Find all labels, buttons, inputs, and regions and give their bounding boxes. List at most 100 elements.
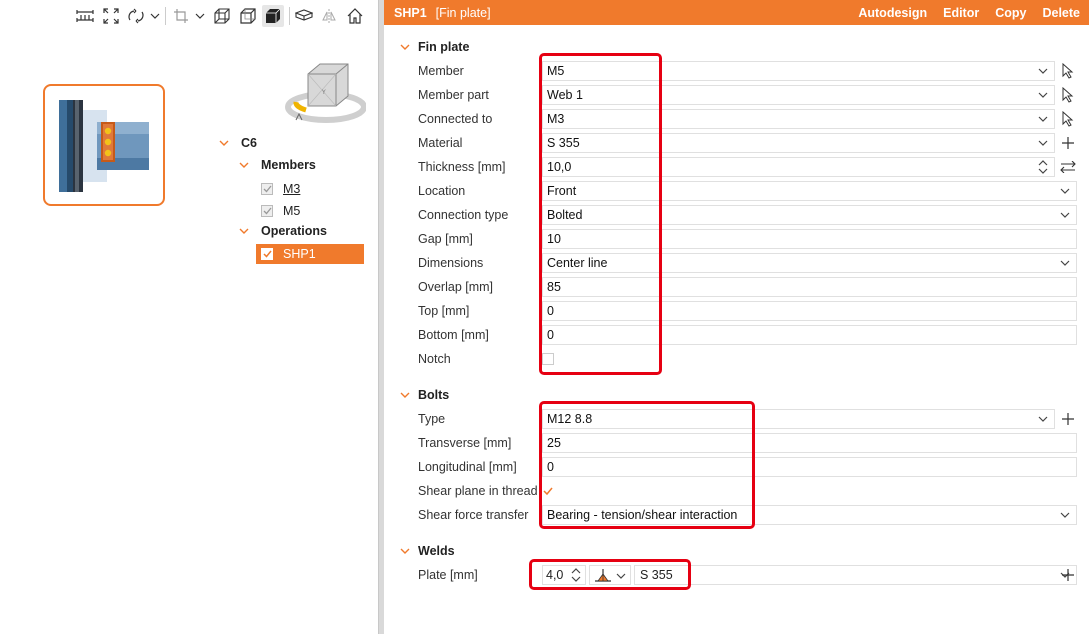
editor-button[interactable]: Editor [943,6,979,20]
tree-item-shp1[interactable]: SHP1 [256,244,364,264]
notch-checkbox[interactable] [542,353,554,365]
gap-input[interactable]: 10 [542,229,1077,249]
check-icon [263,207,272,215]
shear-plane-checkbox[interactable] [542,485,554,497]
chevron-down-icon[interactable] [400,546,410,556]
member-select[interactable]: M5 [542,61,1055,81]
chevron-down-icon[interactable] [239,160,249,170]
chevron-down-icon[interactable] [400,390,410,400]
notch-label: Notch [418,352,451,366]
navigation-cube-icon[interactable]: Y [284,58,367,128]
weld-type-select[interactable] [589,565,631,585]
spinner-icon[interactable] [571,568,581,582]
gap-value: 10 [547,232,561,246]
connected-to-select[interactable]: M3 [542,109,1055,129]
add-icon[interactable] [1059,409,1077,429]
pick-cursor-icon[interactable] [1059,109,1077,129]
fillet-weld-icon [595,569,611,582]
material-value: S 355 [547,136,580,150]
member-label: Member [418,64,464,78]
measure-icon[interactable] [75,5,95,27]
tree-node-members[interactable]: Members [239,155,316,175]
section-plane-icon[interactable] [294,5,314,27]
section-fin-plate[interactable]: Fin plate [400,38,469,56]
thickness-input[interactable]: 10,0 [542,157,1055,177]
properties-header: SHP1 [Fin plate] Autodesign Editor Copy … [384,0,1089,25]
chevron-down-icon [1060,212,1070,218]
tree-item-label[interactable]: M3 [283,182,300,196]
weld-size-input[interactable]: 4,0 [542,565,586,585]
chevron-down-icon[interactable] [239,226,249,236]
tree-node-operations[interactable]: Operations [239,221,327,241]
tree-node-c6[interactable]: C6 [219,133,257,153]
member-part-label: Member part [418,88,489,102]
transverse-label: Transverse [mm] [418,436,512,450]
chevron-down-icon[interactable] [400,42,410,52]
dimensions-select[interactable]: Center line [542,253,1077,273]
operation-title: SHP1 [394,5,427,20]
bolt-type-value: M12 8.8 [547,412,593,426]
crop-dropdown-icon[interactable] [194,5,206,27]
tree-item-m3[interactable]: M3 [261,179,300,199]
checkbox[interactable] [261,183,273,195]
connection-thumbnail[interactable] [43,84,165,206]
member-value: M5 [547,64,565,78]
longitudinal-label: Longitudinal [mm] [418,460,517,474]
transparent-cube-icon[interactable] [238,5,258,27]
longitudinal-input[interactable]: 0 [542,457,1077,477]
dimensions-value: Center line [547,256,608,270]
member-part-select[interactable]: Web 1 [542,85,1055,105]
rotate-icon[interactable] [126,5,146,27]
chevron-down-icon [1038,116,1048,122]
member-part-value: Web 1 [547,88,583,102]
transverse-input[interactable]: 25 [542,433,1077,453]
chevron-down-icon [616,573,626,579]
wireframe-cube-icon[interactable] [212,5,232,27]
add-icon[interactable] [1059,133,1077,153]
material-select[interactable]: S 355 [542,133,1055,153]
overlap-label: Overlap [mm] [418,280,494,294]
transverse-value: 25 [547,436,561,450]
bolt-type-select[interactable]: M12 8.8 [542,409,1055,429]
section-welds[interactable]: Welds [400,542,455,560]
connected-to-label: Connected to [418,112,493,126]
fit-view-icon[interactable] [101,5,121,27]
location-select[interactable]: Front [542,181,1077,201]
section-bolts[interactable]: Bolts [400,386,449,404]
checkbox[interactable] [261,248,273,260]
pick-cursor-icon[interactable] [1059,61,1077,81]
checkbox[interactable] [261,205,273,217]
shear-force-transfer-value: Bearing - tension/shear interaction [547,508,738,522]
top-input[interactable]: 0 [542,301,1077,321]
chevron-down-icon [1038,416,1048,422]
add-icon[interactable] [1059,565,1077,585]
copy-button[interactable]: Copy [995,6,1026,20]
chevron-down-icon[interactable] [219,138,229,148]
swap-icon[interactable] [1059,157,1077,177]
solid-cube-icon[interactable] [262,5,284,27]
mirror-icon[interactable] [319,5,339,27]
autodesign-button[interactable]: Autodesign [858,6,927,20]
connection-type-select[interactable]: Bolted [542,205,1077,225]
rotate-dropdown-icon[interactable] [149,5,161,27]
overlap-input[interactable]: 85 [542,277,1077,297]
crop-icon[interactable] [171,5,191,27]
shear-plane-label: Shear plane in thread [418,484,538,498]
bottom-label: Bottom [mm] [418,328,489,342]
location-value: Front [547,184,577,198]
shear-force-transfer-select[interactable]: Bearing - tension/shear interaction [542,505,1077,525]
check-icon [543,487,553,496]
chevron-down-icon [1060,188,1070,194]
chevron-down-icon [1038,68,1048,74]
tree-item-label: M5 [283,204,301,218]
spinner-icon[interactable] [1038,160,1048,174]
tree-item-m5[interactable]: M5 [261,201,300,221]
bottom-input[interactable]: 0 [542,325,1077,345]
pick-cursor-icon[interactable] [1059,85,1077,105]
weld-material-value: S 355 [640,568,673,582]
home-icon[interactable] [344,5,366,27]
bottom-value: 0 [547,328,554,342]
thickness-value: 10,0 [547,160,572,174]
weld-material-select[interactable]: S 355 [634,565,1077,585]
delete-button[interactable]: Delete [1042,6,1080,20]
